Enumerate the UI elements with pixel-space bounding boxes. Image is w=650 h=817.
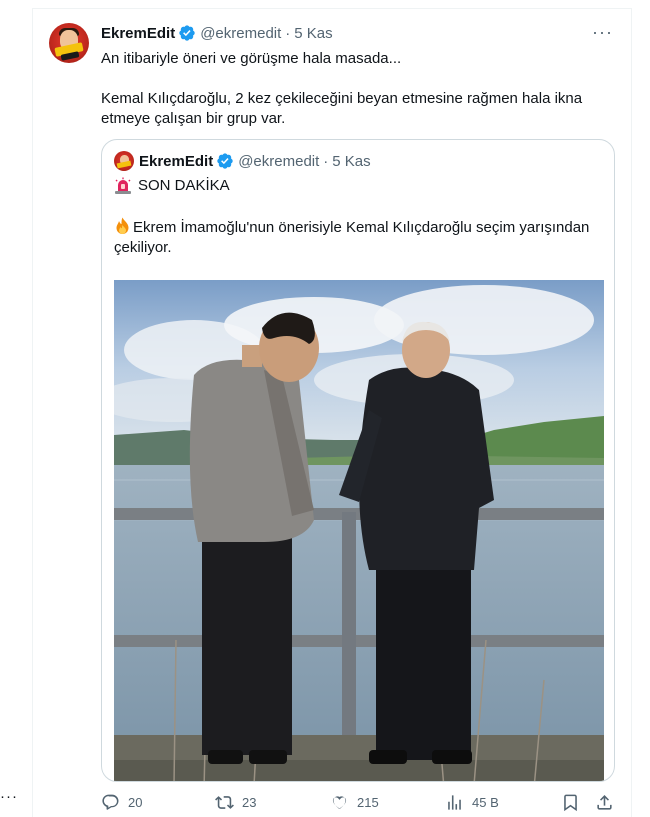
quoted-time: 5 Kas <box>332 152 371 170</box>
reply-button[interactable]: 20 <box>101 793 142 812</box>
fire-emoji-icon <box>116 217 129 234</box>
share-icon <box>597 795 612 810</box>
quoted-tweet[interactable]: EkremEdit @ekremedit · 5 Kas SON DAKİKA <box>101 139 615 782</box>
bookmark-icon <box>564 794 577 812</box>
tweet-text: An itibariyle öneri ve görüşme hala masa… <box>101 49 616 149</box>
quoted-headline: SON DAKİKA <box>138 177 230 194</box>
quoted-text: SON DAKİKA Ekrem İmamoğlu'nun önerisiyle… <box>114 176 604 258</box>
views-icon <box>448 795 461 810</box>
reply-icon <box>102 794 119 810</box>
tweet-actions: 20 23 215 45 B <box>101 793 621 813</box>
tweet-time[interactable]: 5 Kas <box>294 25 332 42</box>
header-separator: · <box>285 24 291 42</box>
author-handle[interactable]: @ekremedit <box>200 25 281 42</box>
like-button[interactable]: 215 <box>330 793 379 812</box>
reply-count: 20 <box>128 795 143 810</box>
rotating-light-emoji-icon <box>115 177 131 194</box>
quoted-body: Ekrem İmamoğlu'nun önerisiyle Kemal Kılı… <box>114 219 590 256</box>
share-button[interactable] <box>595 793 622 812</box>
quoted-body-line: Ekrem İmamoğlu'nun önerisiyle Kemal Kılı… <box>114 216 604 258</box>
tweet-text-line: An itibariyle öneri ve görüşme hala masa… <box>101 50 402 67</box>
verified-badge-icon <box>217 153 233 169</box>
quoted-author-handle: @ekremedit <box>238 152 320 170</box>
author-name[interactable]: EkremEdit <box>101 25 175 42</box>
quoted-author-name: EkremEdit <box>139 152 214 170</box>
left-more-icon[interactable]: ··· <box>0 788 18 805</box>
like-icon <box>332 796 347 809</box>
like-count: 215 <box>357 795 379 810</box>
more-icon[interactable]: ··· <box>592 22 613 43</box>
tweet-text-line: Kemal Kılıçdaroğlu, 2 kez çekileceğini b… <box>101 90 583 127</box>
retweet-icon <box>215 796 234 809</box>
views-count: 45 B <box>472 795 499 810</box>
author-avatar[interactable] <box>49 23 89 63</box>
tweet-card[interactable]: EkremEdit @ekremedit · 5 Kas ··· An itib… <box>32 8 632 817</box>
views-button[interactable]: 45 B <box>445 793 499 812</box>
quoted-header-separator: · <box>323 152 329 170</box>
quoted-photo[interactable] <box>114 280 604 782</box>
retweet-button[interactable]: 23 <box>215 793 256 812</box>
bookmark-button[interactable] <box>561 793 588 812</box>
retweet-count: 23 <box>242 795 257 810</box>
left-edge-panel <box>0 0 6 817</box>
verified-badge-icon <box>179 25 195 41</box>
tweet-header: EkremEdit @ekremedit · 5 Kas <box>101 24 333 42</box>
quoted-header: EkremEdit @ekremedit · 5 Kas <box>114 151 371 171</box>
quoted-author-avatar <box>114 151 134 171</box>
quoted-headline-line: SON DAKİKA <box>114 176 604 196</box>
